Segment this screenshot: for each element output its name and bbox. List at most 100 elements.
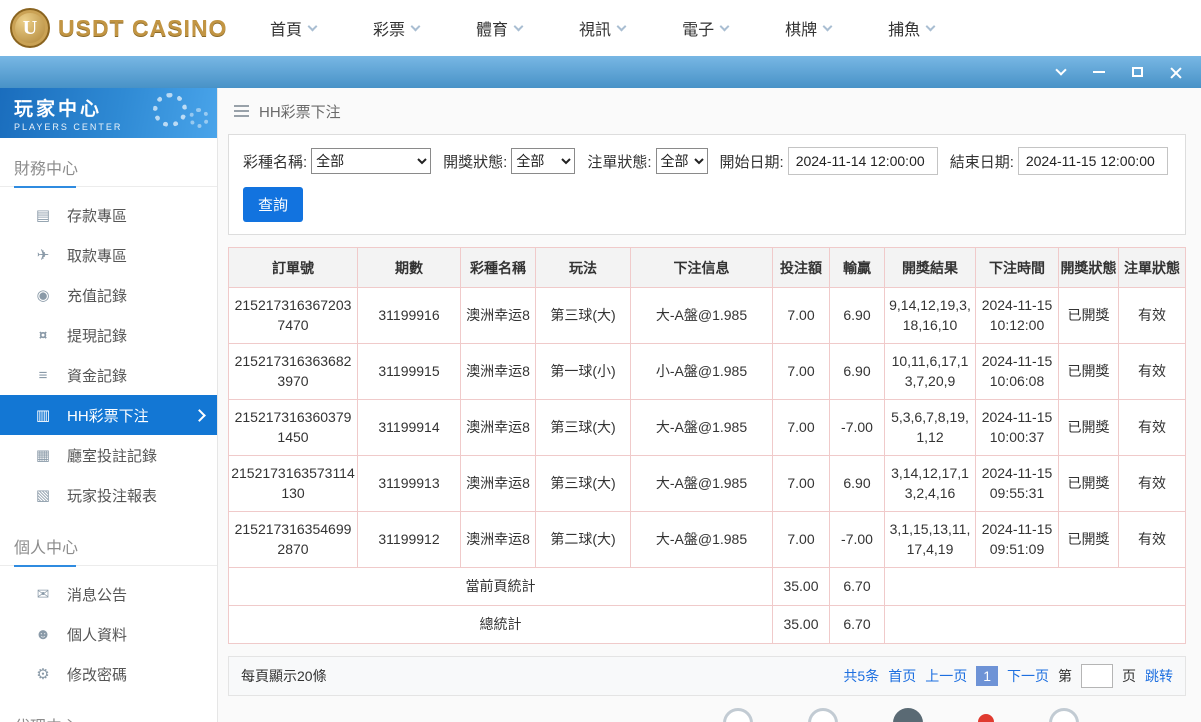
nav-item-4[interactable]: 電子	[682, 16, 730, 40]
logo[interactable]: U USDT CASINO	[10, 8, 258, 48]
summary-label: 當前頁統計	[228, 567, 773, 606]
table-cell: 2024-11-15 09:51:09	[975, 511, 1059, 568]
prev-page-link[interactable]: 上一页	[925, 666, 967, 686]
profile-icon	[34, 627, 52, 642]
minimize-button[interactable]	[1089, 62, 1109, 82]
deposit-icon	[34, 208, 52, 223]
top-nav: 首頁 彩票 體育 視訊 電子 棋牌 捕魚	[270, 16, 936, 40]
collapse-button[interactable]	[1051, 62, 1071, 82]
sidebar-item-password[interactable]: 修改密碼	[0, 654, 217, 694]
lottery-icon	[34, 408, 52, 423]
table-cell: 31199916	[357, 287, 461, 344]
sidebar-item-label: HH彩票下注	[67, 407, 149, 425]
column-header: 下注信息	[630, 247, 773, 288]
start-date-input[interactable]	[787, 147, 938, 175]
nav-item-1[interactable]: 彩票	[373, 16, 421, 40]
column-header: 期數	[357, 247, 461, 288]
nav-item-2[interactable]: 體育	[476, 16, 524, 40]
table-cell: 大-A盤@1.985	[630, 511, 773, 568]
pagination-bar: 每頁顯示20條 共5条 首页 上一页 1 下一页 第 页 跳转	[228, 656, 1186, 696]
order-status-select[interactable]: 全部	[655, 148, 708, 174]
table-row: 2152173163573114130 31199913 澳洲幸运8 第三球(大) 大-…	[228, 455, 1186, 512]
table-cell: 2152173163672037470	[228, 287, 358, 344]
search-button[interactable]: 查詢	[243, 187, 304, 222]
table-cell: 澳洲幸运8	[460, 399, 536, 456]
table-cell: 已開獎	[1058, 511, 1119, 568]
sidebar-item-report[interactable]: 玩家投注報表	[0, 475, 217, 515]
cashout-icon	[34, 328, 52, 343]
table-cell: 31199913	[357, 455, 461, 512]
footer-logos	[723, 708, 1079, 722]
footer-logo-icon	[1049, 708, 1079, 722]
table-cell: 第一球(小)	[535, 343, 631, 400]
chevron-down-icon	[513, 21, 524, 31]
summary-win-total: 6.70	[829, 567, 885, 606]
sidebar-item-label: 提現記錄	[67, 327, 128, 345]
jump-label-post: 页	[1122, 668, 1136, 684]
table-cell: 10,11,6,17,13,7,20,9	[884, 343, 976, 400]
draw-status-select[interactable]: 全部	[511, 148, 576, 174]
sidebar-item-deposit[interactable]: 存款專區	[0, 195, 217, 235]
current-page-button[interactable]: 1	[976, 666, 998, 686]
sidebar-item-message[interactable]: 消息公告	[0, 574, 217, 614]
sidebar-item-funds[interactable]: 資金記錄	[0, 355, 217, 395]
jump-button[interactable]: 跳转	[1145, 666, 1173, 686]
maximize-button[interactable]	[1127, 62, 1147, 82]
nav-item-label: 電子	[682, 22, 715, 39]
footer-logo-icon	[893, 708, 923, 722]
nav-item-label: 首頁	[270, 22, 303, 39]
nav-item-3[interactable]: 視訊	[579, 16, 627, 40]
table-cell: 澳洲幸运8	[460, 343, 536, 400]
table-row: 2152173163636823970 31199915 澳洲幸运8 第一球(小) 小-…	[228, 343, 1186, 400]
sidebar-item-lottery[interactable]: HH彩票下注	[0, 395, 217, 435]
column-header: 注單狀態	[1118, 247, 1186, 288]
nav-item-0[interactable]: 首頁	[270, 16, 318, 40]
page-title-bar: HH彩票下注	[228, 88, 1186, 134]
table-cell: 有效	[1118, 511, 1186, 568]
table-cell: 大-A盤@1.985	[630, 455, 773, 512]
table-cell: 已開獎	[1058, 399, 1119, 456]
end-date-input[interactable]	[1017, 147, 1168, 175]
window-titlebar	[0, 56, 1201, 88]
minimize-icon	[1093, 71, 1105, 73]
menu-toggle-icon[interactable]	[234, 105, 249, 117]
table-cell: 2152173163573114130	[228, 455, 358, 512]
next-page-link[interactable]: 下一页	[1007, 666, 1049, 686]
table-cell: 7.00	[772, 511, 830, 568]
page-jump-input[interactable]	[1081, 664, 1113, 688]
table-cell: 第三球(大)	[535, 455, 631, 512]
table-cell: 2024-11-15 10:00:37	[975, 399, 1059, 456]
sidebar-section-head: 財務中心	[0, 138, 217, 186]
sidebar-item-label: 資金記錄	[67, 367, 128, 385]
nav-item-5[interactable]: 棋牌	[785, 16, 833, 40]
table-cell: 31199915	[357, 343, 461, 400]
filter-row: 彩種名稱: 全部 開獎狀態: 全部 注單狀態: 全部 開始日期: 結束日期:	[243, 147, 1171, 175]
nav-item-label: 棋牌	[785, 22, 818, 39]
sidebar: 玩家中心 PLAYERS CENTER 財務中心存款專區取款專區充值記錄提現記錄…	[0, 88, 218, 722]
sidebar-item-recharge[interactable]: 充值記錄	[0, 275, 217, 315]
nav-item-6[interactable]: 捕魚	[888, 16, 936, 40]
column-header: 投注額	[772, 247, 830, 288]
logo-badge-letter: U	[22, 16, 38, 39]
lottery-name-select[interactable]: 全部	[311, 148, 432, 174]
end-date-label: 結束日期:	[949, 153, 1014, 171]
table-cell: 澳洲幸运8	[460, 287, 536, 344]
logo-text: USDT CASINO	[58, 14, 228, 41]
summary-win-total: 6.70	[829, 605, 885, 644]
sidebar-item-withdraw[interactable]: 取款專區	[0, 235, 217, 275]
chevron-down-icon	[719, 21, 730, 31]
chevron-down-icon	[1055, 64, 1067, 76]
footer-logo-icon	[723, 708, 753, 722]
summary-empty-cell	[884, 605, 1186, 644]
sidebar-item-profile[interactable]: 個人資料	[0, 614, 217, 654]
first-page-link[interactable]: 首页	[888, 666, 916, 686]
sidebar-item-hall[interactable]: 廳室投註記錄	[0, 435, 217, 475]
sidebar-item-cashout[interactable]: 提現記錄	[0, 315, 217, 355]
chevron-down-icon	[410, 21, 421, 31]
table-cell: 有效	[1118, 343, 1186, 400]
table-cell: 大-A盤@1.985	[630, 399, 773, 456]
table-cell: 澳洲幸运8	[460, 511, 536, 568]
close-button[interactable]	[1165, 62, 1185, 82]
column-header: 下注時間	[975, 247, 1059, 288]
column-header: 訂單號	[228, 247, 358, 288]
